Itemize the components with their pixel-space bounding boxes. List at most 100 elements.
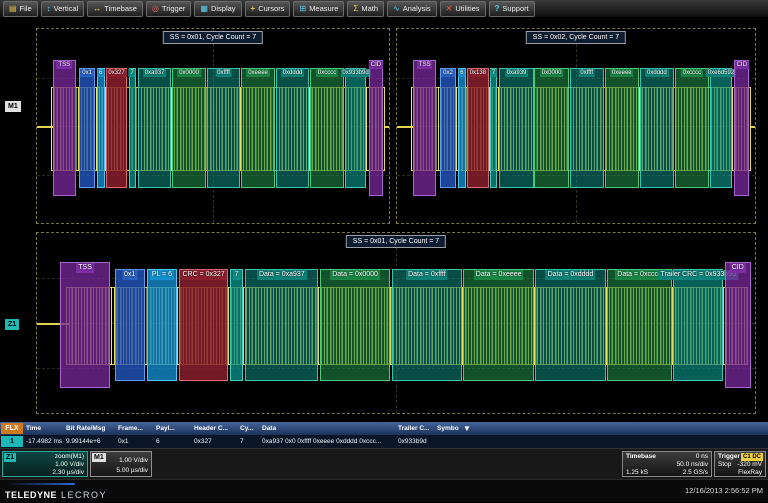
decode-box-frame-id: 0x1 xyxy=(79,67,96,189)
col-time: Time xyxy=(26,425,42,432)
menu-display[interactable]: ▦ Display xyxy=(194,0,242,17)
decode-table: FLX Time Bit Rate/Msg Frame... Payl... H… xyxy=(0,422,768,448)
decode-box-data: 0xffff xyxy=(569,67,604,189)
decode-label: TSS xyxy=(76,262,94,273)
menu-trigger[interactable]: ◎ Trigger xyxy=(145,0,192,17)
z1-tag: Z1 xyxy=(4,453,17,462)
menu-support[interactable]: ? Support xyxy=(488,0,535,17)
decode-label: CID xyxy=(734,61,749,70)
trigger-protocol: FlexRay xyxy=(738,469,762,476)
decode-box-frame-id: 0x1 xyxy=(114,269,145,381)
decode-label: 6 xyxy=(97,68,105,77)
m1-tag: M1 xyxy=(92,453,106,462)
decode-label: TSS xyxy=(56,61,73,70)
m1-descriptor[interactable]: M1 1.00 V/div 5.00 µs/div xyxy=(90,451,152,477)
m1-tdiv: 5.00 µs/div xyxy=(116,467,148,474)
cell-frame: 0x1 xyxy=(118,438,129,445)
decode-box-cid: CID xyxy=(724,261,751,388)
menu-label: File xyxy=(19,4,32,13)
col-cycle: Cy... xyxy=(240,425,254,432)
menu-label: Display xyxy=(210,4,236,13)
decode-box-payload-length: PL = 6 xyxy=(146,269,177,381)
menu-cursors[interactable]: + Cursors xyxy=(244,0,291,17)
decode-label: 0x0000 xyxy=(539,68,564,77)
decode-box-header-crc: 0x138 xyxy=(467,67,489,189)
decode-box-cycle-count: 7 xyxy=(128,67,136,189)
menu-label: Utilities xyxy=(455,4,480,13)
panel-m1-frame2[interactable]: SS = 0x02, Cycle Count = 7 TSS 0x2 6 0x1… xyxy=(396,28,756,224)
timebase-descriptor[interactable]: Timebase 0 ns 50.0 ns/div 1.25 kS 2.5 GS… xyxy=(622,451,712,477)
decode-box-data: 0xdddd xyxy=(275,67,310,189)
decode-label: 0x138 xyxy=(467,68,489,77)
decode-label: 0xffff xyxy=(215,68,232,77)
cell-data: 0xa937 0x0 0xffff 0xeeee 0xdddd 0xccc... xyxy=(262,438,382,445)
menu-math[interactable]: Σ Math xyxy=(347,0,385,17)
decode-box-cid: CID xyxy=(734,60,750,196)
decode-box-payload-length: 6 xyxy=(457,67,466,189)
decode-label: 6 xyxy=(458,68,466,77)
decode-box-data: 0x0000 xyxy=(172,67,206,189)
trace-chip-z1[interactable]: Z1 xyxy=(4,318,21,331)
z1-desc: zoom(M1) xyxy=(54,453,84,460)
decode-box-data: 0xeeee xyxy=(241,67,275,189)
cell-trailer-crc: 0x933b9d xyxy=(398,438,427,445)
brand-logo: TELEDYNE LECROY xyxy=(5,485,107,503)
decode-label: 0xa939 xyxy=(504,68,529,77)
col-payload: Payl... xyxy=(156,425,175,432)
decode-label: 0x327 xyxy=(106,68,127,77)
decode-box-data: 0xa937 xyxy=(137,67,172,189)
table-collapse-icon[interactable]: ▼ xyxy=(463,422,471,435)
panel-z1-zoom[interactable]: SS = 0x01, Cycle Count = 7 TSS 0x1 PL = … xyxy=(36,232,756,414)
timebase-position: 0 ns xyxy=(695,453,708,460)
decode-box-tss: TSS xyxy=(52,60,76,196)
file-icon: ▤ xyxy=(9,3,17,13)
trace-chip-m1[interactable]: M1 xyxy=(4,100,22,113)
decode-source-badge[interactable]: FLX xyxy=(1,423,23,434)
decode-label: 0x1 xyxy=(80,68,94,77)
menu-timebase[interactable]: ↔ Timebase xyxy=(87,0,143,17)
decode-box-data: Data = 0xa937 xyxy=(245,269,319,381)
menu-measure[interactable]: ⊞ Measure xyxy=(293,0,345,17)
panel-m1-frame1[interactable]: SS = 0x01, Cycle Count = 7 TSS 0x1 6 0x3… xyxy=(36,28,390,224)
decode-box-trailer-crc: 0x933b9d xyxy=(340,67,371,189)
decode-label: 0xffff xyxy=(578,68,596,77)
decode-box-data: 0xa939 xyxy=(499,67,534,189)
decode-label: 0x2 xyxy=(441,68,455,77)
decode-box-cid: CID xyxy=(368,60,384,196)
measure-icon: ⊞ xyxy=(299,3,307,13)
col-trailer-crc: Trailer C... xyxy=(398,425,430,432)
decode-label: 7 xyxy=(128,68,136,77)
table-row[interactable]: 1 -17.4982 ms 9.99144e+6 0x1 6 0x327 7 0… xyxy=(0,435,768,448)
decode-label: 0xcccc xyxy=(680,68,704,77)
decode-label: CID xyxy=(729,262,746,273)
menu-vertical[interactable]: ↕ Vertical xyxy=(40,0,85,17)
footer: TELEDYNE LECROY 12/16/2013 2:56:52 PM xyxy=(0,479,768,502)
decode-label: 0x933b9d xyxy=(340,68,371,77)
timebase-tdiv: 50.0 ns/div xyxy=(676,461,708,468)
frame-banner: SS = 0x01, Cycle Count = 7 xyxy=(345,235,447,248)
cell-time: -17.4982 ms xyxy=(26,438,63,445)
decode-label: 0x1 xyxy=(121,270,138,280)
vertical-icon: ↕ xyxy=(46,3,51,13)
col-frame: Frame... xyxy=(118,425,143,432)
z1-descriptor[interactable]: Z1 zoom(M1) 1.00 V/div 2.30 µs/div xyxy=(2,451,88,477)
menu-label: Cursors xyxy=(258,4,285,13)
decode-box-tss: TSS xyxy=(413,60,437,196)
cell-header-crc: 0x327 xyxy=(194,438,212,445)
menu-analysis[interactable]: ∿ Analysis xyxy=(387,0,437,17)
menu-file[interactable]: ▤ File xyxy=(3,0,38,17)
timebase-rate: 2.5 GS/s xyxy=(682,469,708,476)
menu-label: Support xyxy=(502,4,529,13)
menu-utilities[interactable]: ✕ Utilities xyxy=(439,0,486,17)
menu-label: Math xyxy=(361,4,379,13)
trigger-level: -320 mV xyxy=(737,461,762,468)
menu-label: Measure xyxy=(309,4,339,13)
decode-box-cycle-count: 7 xyxy=(230,269,244,381)
trigger-descriptor[interactable]: Trigger C1 DC Stop -320 mV FlexRay xyxy=(714,451,766,477)
decode-label: Data = 0xffff xyxy=(406,270,448,280)
trigger-title: Trigger xyxy=(718,453,741,460)
decode-label: Data = 0x0000 xyxy=(330,270,380,280)
decode-box-cycle-count: 7 xyxy=(489,67,498,189)
decode-label: Data = 0xcccc xyxy=(615,270,664,280)
col-header-crc: Header C... xyxy=(194,425,228,432)
